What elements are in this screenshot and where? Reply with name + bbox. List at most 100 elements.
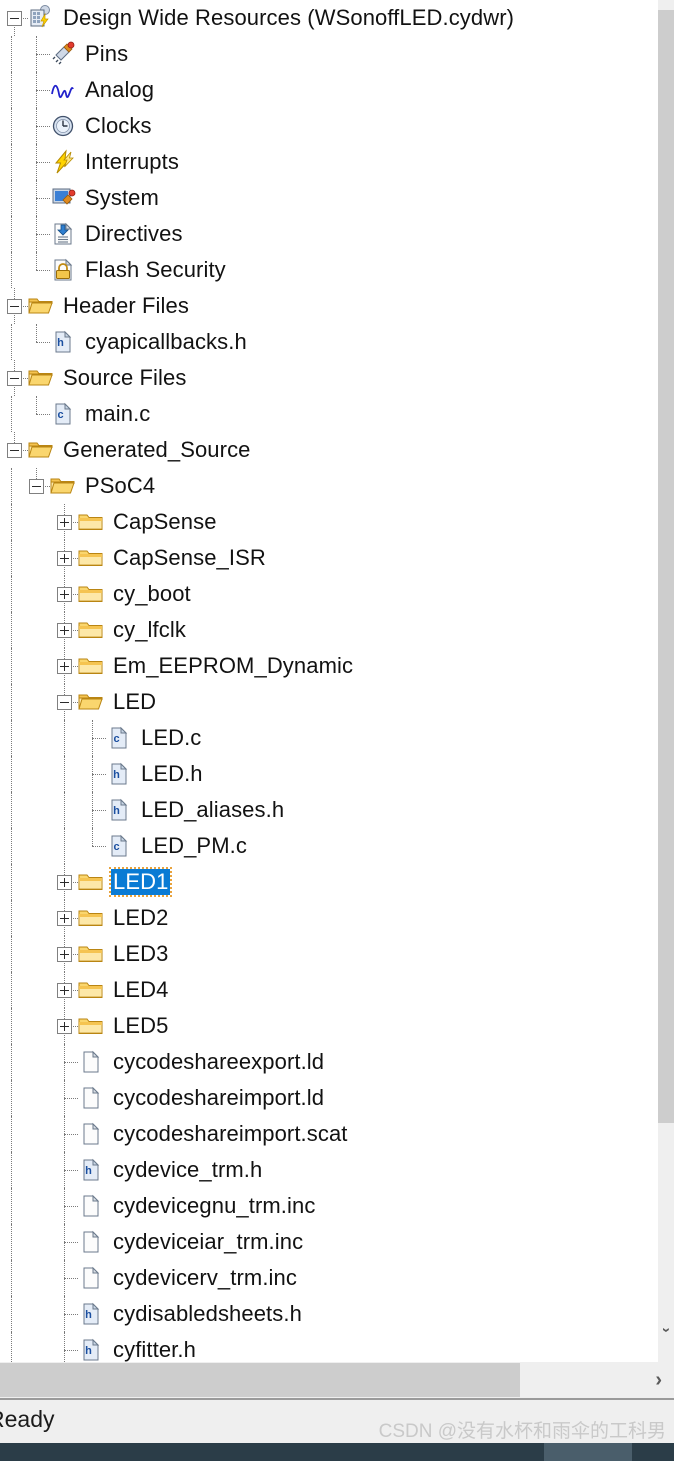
csdn-watermark: CSDN @没有水杯和雨伞的工科男: [378, 1421, 666, 1442]
tree-connector: [50, 1152, 78, 1188]
toggle-box[interactable]: [6, 370, 22, 386]
collapse-toggle-minus-icon[interactable]: [0, 288, 28, 324]
horizontal-scrollbar-thumb[interactable]: [0, 1363, 520, 1397]
toggle-box[interactable]: [6, 442, 22, 458]
indent-guide: [0, 252, 22, 288]
tree-item-flash-security[interactable]: Flash Security: [0, 252, 658, 288]
collapse-toggle-minus-icon[interactable]: [22, 468, 50, 504]
horizontal-scrollbar[interactable]: ›: [0, 1362, 674, 1398]
tree-item-pins[interactable]: Pins: [0, 36, 658, 72]
collapse-toggle-minus-icon[interactable]: [0, 432, 28, 468]
toggle-box[interactable]: [56, 658, 72, 674]
tree-item-cyfitter-h[interactable]: h cyfitter.h: [0, 1332, 658, 1362]
toggle-box[interactable]: [56, 514, 72, 530]
tree-item-cydeviceiar-trm-inc[interactable]: cydeviceiar_trm.inc: [0, 1224, 658, 1260]
tree-item-clocks[interactable]: Clocks: [0, 108, 658, 144]
svg-text:h: h: [57, 337, 64, 349]
status-bar: Ready CSDN @没有水杯和雨伞的工科男: [0, 1398, 674, 1443]
toggle-box[interactable]: [56, 982, 72, 998]
tree-item-main-c[interactable]: c main.c: [0, 396, 658, 432]
vertical-scrollbar[interactable]: ›: [658, 0, 674, 1362]
tree-item-source-files[interactable]: Source Files: [0, 360, 658, 396]
tree-item-led-c[interactable]: c LED.c: [0, 720, 658, 756]
expand-toggle-plus-icon[interactable]: [50, 900, 78, 936]
scroll-right-chevron-icon[interactable]: ›: [655, 1362, 662, 1398]
tree-connector: [50, 1188, 78, 1224]
tree-item-cydevice-trm-h[interactable]: h cydevice_trm.h: [0, 1152, 658, 1188]
tree-item-led-pm-c[interactable]: c LED_PM.c: [0, 828, 658, 864]
tree-item-led2[interactable]: LED2: [0, 900, 658, 936]
tree-item-label: Directives: [85, 221, 183, 246]
expand-toggle-plus-icon[interactable]: [50, 576, 78, 612]
indent-guide: [22, 1260, 50, 1296]
toggle-box[interactable]: [56, 586, 72, 602]
tree-item-interrupts[interactable]: Interrupts: [0, 144, 658, 180]
collapse-toggle-minus-icon[interactable]: [50, 684, 78, 720]
toggle-box[interactable]: [6, 10, 22, 26]
indent-guide: [0, 36, 22, 72]
svg-text:c: c: [57, 409, 63, 421]
tree-item-cy-lfclk[interactable]: cy_lfclk: [0, 612, 658, 648]
tree-item-em-eeprom-dynamic[interactable]: Em_EEPROM_Dynamic: [0, 648, 658, 684]
toggle-box[interactable]: [56, 550, 72, 566]
tree-item-analog[interactable]: Analog: [0, 72, 658, 108]
toggle-box[interactable]: [56, 622, 72, 638]
tree-item-led[interactable]: LED: [0, 684, 658, 720]
tree-item-led-aliases-h[interactable]: h LED_aliases.h: [0, 792, 658, 828]
expand-toggle-plus-icon[interactable]: [50, 972, 78, 1008]
tree-connector: [50, 1224, 78, 1260]
toggle-box[interactable]: [56, 946, 72, 962]
tree-item-label: LED2: [113, 905, 169, 930]
tree-item-led3[interactable]: LED3: [0, 936, 658, 972]
tree-item-cyapicallbacks-h[interactable]: h cyapicallbacks.h: [0, 324, 658, 360]
tree-item-led4[interactable]: LED4: [0, 972, 658, 1008]
tree-item-cycodeshareexport-ld[interactable]: cycodeshareexport.ld: [0, 1044, 658, 1080]
collapse-toggle-minus-icon[interactable]: [0, 0, 28, 36]
toggle-box[interactable]: [56, 694, 72, 710]
expand-toggle-plus-icon[interactable]: [50, 864, 78, 900]
tree-item-header-files[interactable]: Header Files: [0, 288, 658, 324]
tree-item-capsense[interactable]: CapSense: [0, 504, 658, 540]
tree-item-cy-boot[interactable]: cy_boot: [0, 576, 658, 612]
indent-guide: [22, 792, 50, 828]
tree-item-system[interactable]: System: [0, 180, 658, 216]
indent-guide: [0, 1260, 22, 1296]
indent-guide: [0, 612, 22, 648]
indent-guide: [0, 684, 22, 720]
toggle-box[interactable]: [28, 478, 44, 494]
tree-connector: [22, 216, 50, 252]
vertical-scrollbar-thumb[interactable]: [658, 10, 674, 1123]
folder-open-icon: [78, 689, 104, 715]
tree-item-led5[interactable]: LED5: [0, 1008, 658, 1044]
tree-item-generated-source[interactable]: Generated_Source: [0, 432, 658, 468]
tree-item-cycodeshareimport-scat[interactable]: cycodeshareimport.scat: [0, 1116, 658, 1152]
tree-item-label: System: [85, 185, 159, 210]
tree-item-directives[interactable]: Directives: [0, 216, 658, 252]
tree-item-cydevicerv-trm-inc[interactable]: cydevicerv_trm.inc: [0, 1260, 658, 1296]
collapse-toggle-minus-icon[interactable]: [0, 360, 28, 396]
scroll-down-chevron-icon[interactable]: ›: [656, 1322, 674, 1338]
tree-item-cydevicegnu-trm-inc[interactable]: cydevicegnu_trm.inc: [0, 1188, 658, 1224]
toggle-box[interactable]: [56, 910, 72, 926]
tree-item-cydisabledsheets-h[interactable]: h cydisabledsheets.h: [0, 1296, 658, 1332]
expand-toggle-plus-icon[interactable]: [50, 540, 78, 576]
expand-toggle-plus-icon[interactable]: [50, 936, 78, 972]
expand-toggle-plus-icon[interactable]: [50, 1008, 78, 1044]
file-c-icon: c: [50, 401, 76, 427]
tree-item-label: LED_aliases.h: [141, 797, 285, 822]
tree-item-led-h[interactable]: h LED.h: [0, 756, 658, 792]
tree-item-design-wide-resources-wsonoffled-cydwr[interactable]: Design Wide Resources (WSonoffLED.cydwr): [0, 0, 658, 36]
tree-connector: [50, 1044, 78, 1080]
folder-open-icon: [50, 473, 76, 499]
tree-item-led1[interactable]: LED1: [0, 864, 658, 900]
toggle-box[interactable]: [56, 874, 72, 890]
toggle-box[interactable]: [56, 1018, 72, 1034]
tree-item-capsense-isr[interactable]: CapSense_ISR: [0, 540, 658, 576]
tree-item-cycodeshareimport-ld[interactable]: cycodeshareimport.ld: [0, 1080, 658, 1116]
expand-toggle-plus-icon[interactable]: [50, 612, 78, 648]
toggle-box[interactable]: [6, 298, 22, 314]
project-tree[interactable]: Design Wide Resources (WSonoffLED.cydwr)…: [0, 0, 658, 1362]
tree-item-psoc4[interactable]: PSoC4: [0, 468, 658, 504]
expand-toggle-plus-icon[interactable]: [50, 504, 78, 540]
expand-toggle-plus-icon[interactable]: [50, 648, 78, 684]
